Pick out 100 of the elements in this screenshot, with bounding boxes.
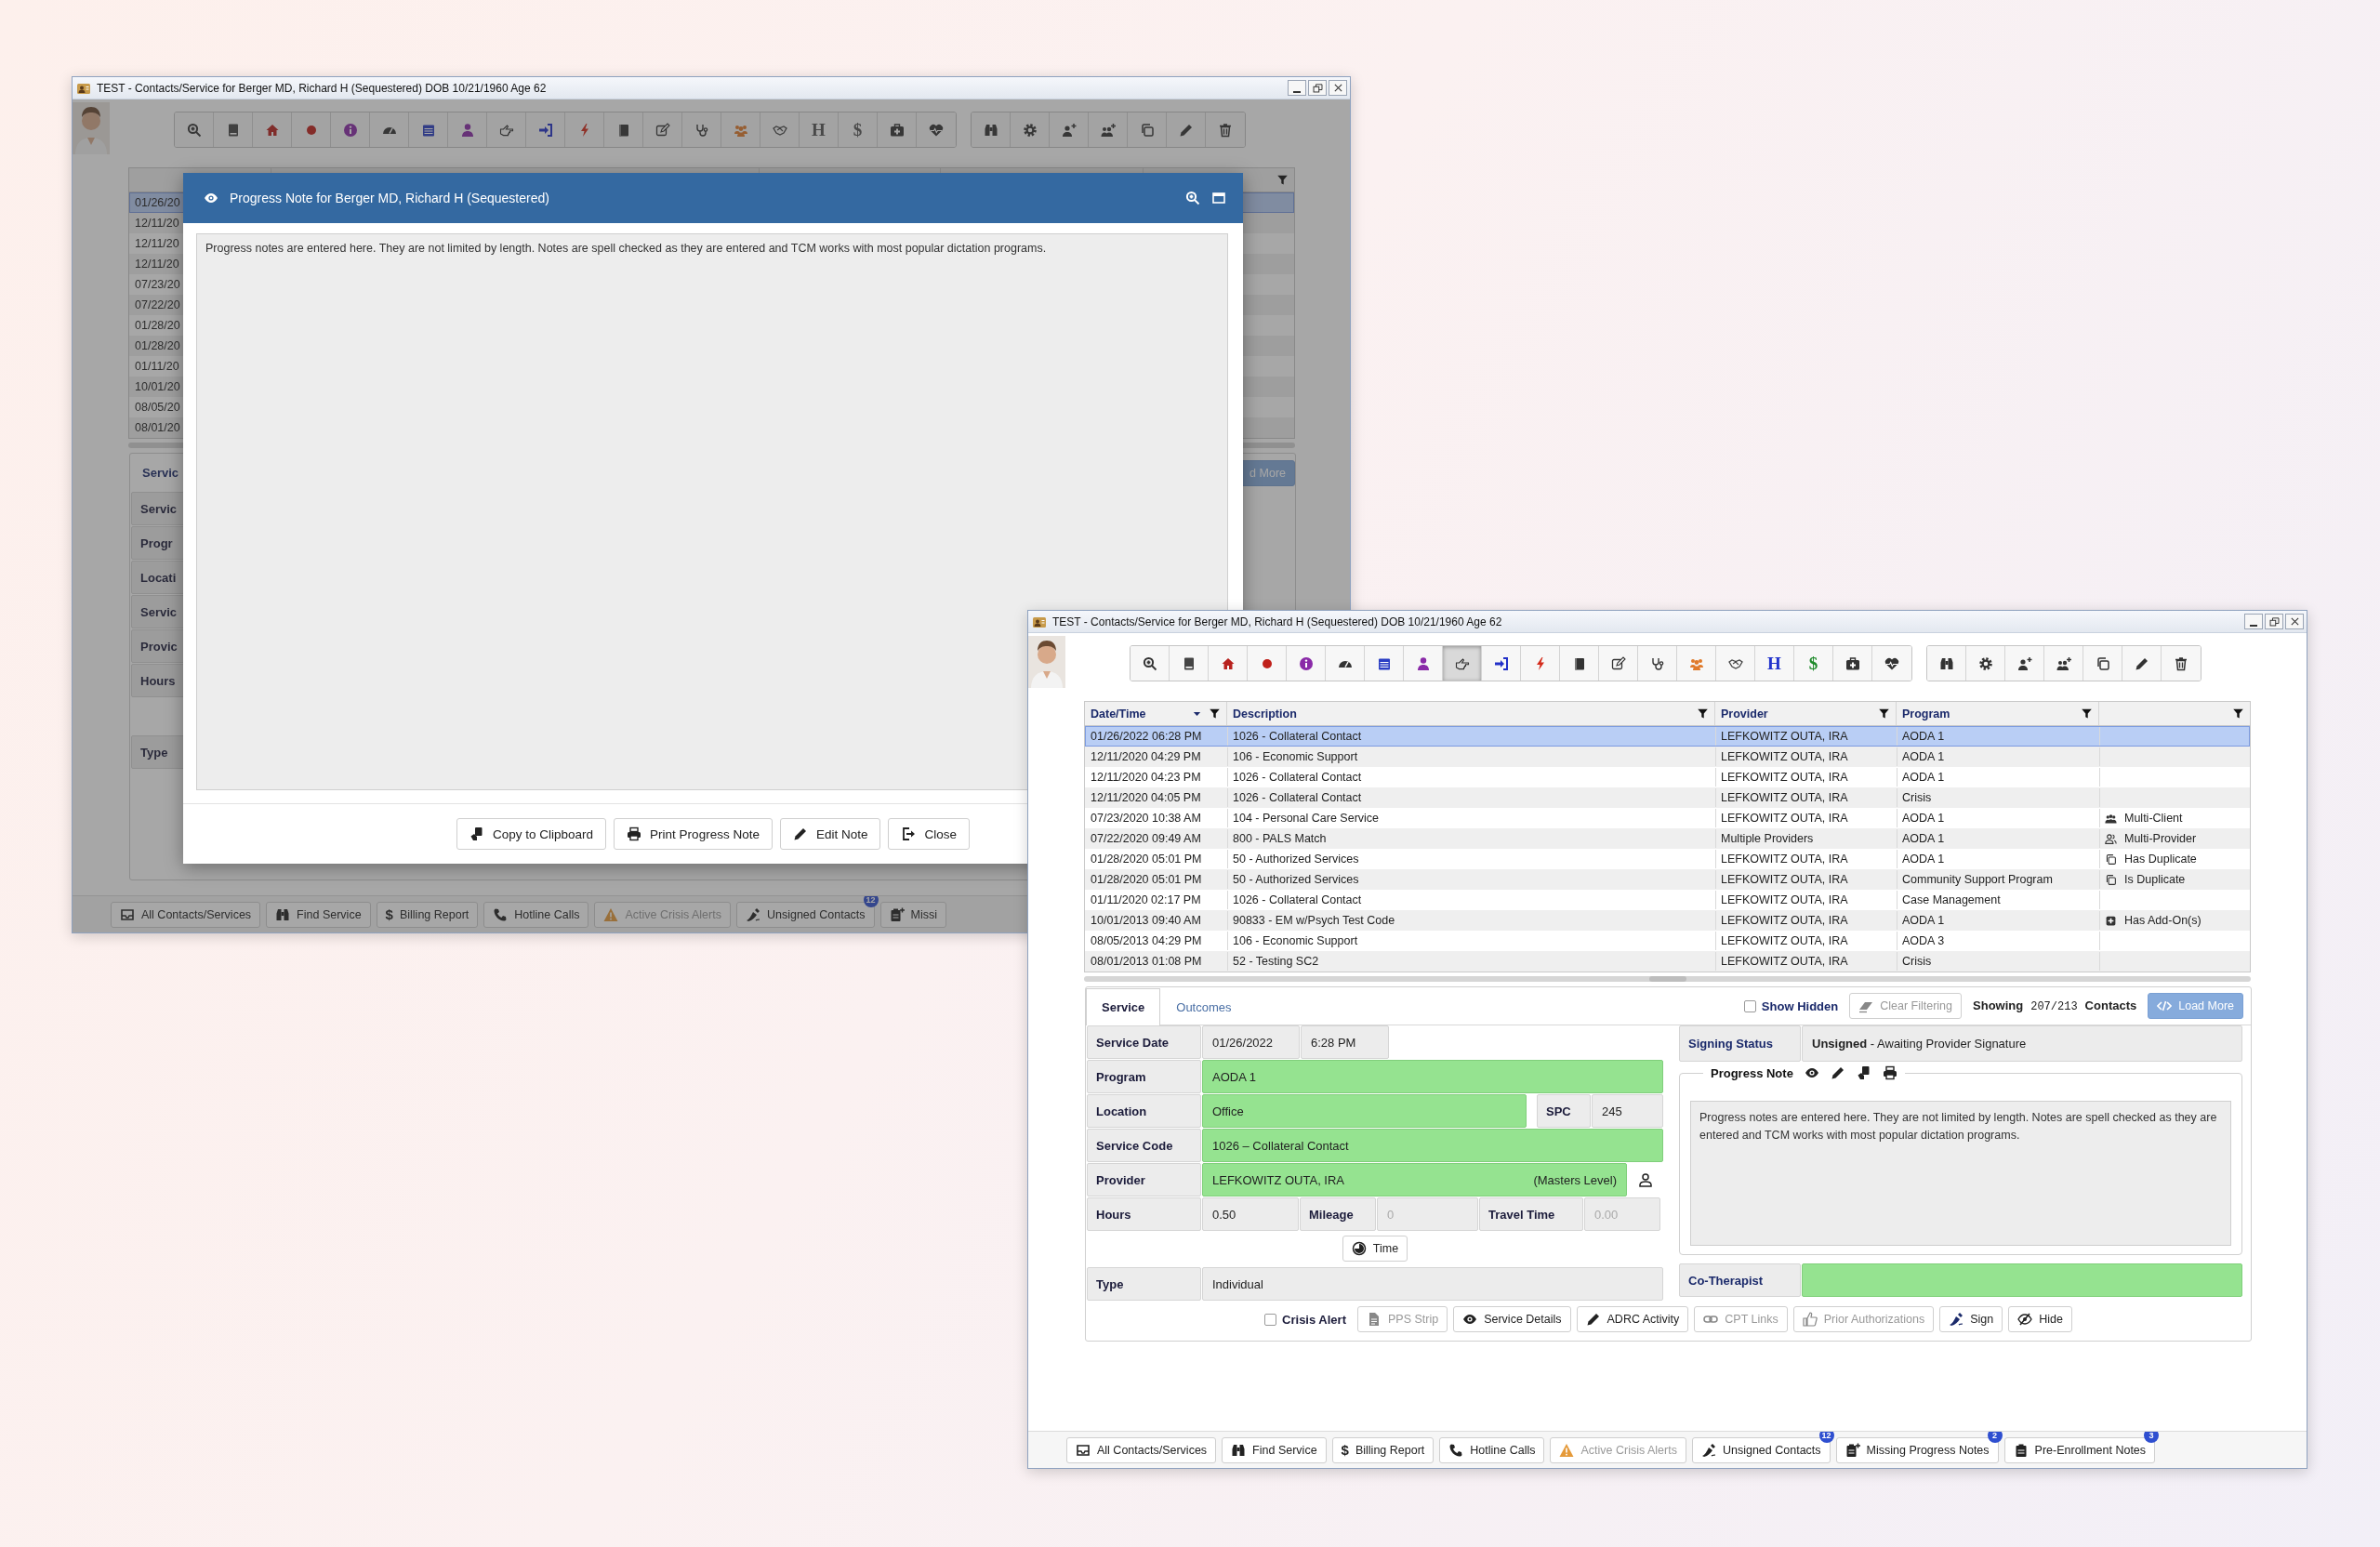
table-row[interactable]: 08/05/2013 04:29 PM 106 - Economic Support LEFKOWITZ OUTA, IRA AODA 3 xyxy=(1085,931,2250,951)
table-row[interactable]: 12/11/2020 04:29 PM 106 - Economic Support LEFKOWITZ OUTA, IRA AODA 1 xyxy=(1085,747,2250,767)
toolbar-button[interactable]: All Contacts/Services xyxy=(111,901,261,928)
toolbar-button[interactable]: Find Service xyxy=(266,901,371,928)
toolbar-button[interactable] xyxy=(1560,646,1599,681)
restore-button[interactable] xyxy=(1308,80,1327,96)
toolbar-button[interactable] xyxy=(1872,646,1911,681)
dialog-button[interactable]: Close xyxy=(888,818,970,850)
toolbar-button[interactable]: Hotline Calls xyxy=(1439,1436,1545,1463)
toolbar-button[interactable]: Missi xyxy=(879,901,947,928)
toolbar-button[interactable]: $ Billing Report xyxy=(376,901,479,928)
input-field[interactable]: Office xyxy=(1202,1094,1527,1128)
minimize-button[interactable] xyxy=(2244,614,2263,629)
toolbar-button[interactable] xyxy=(1089,112,1128,147)
dialog-button[interactable]: Edit Note xyxy=(779,818,881,850)
table-row[interactable]: 12/11/2020 04:05 PM 1026 - Collateral Contact LEFKOWITZ OUTA, IRA Crisis xyxy=(1085,787,2250,808)
toolbar-button[interactable] xyxy=(1966,646,2005,681)
column-header[interactable]: Description xyxy=(1233,707,1297,721)
column-header[interactable]: Date/Time xyxy=(1091,707,1146,721)
toolbar-button[interactable] xyxy=(1209,646,1248,681)
toolbar-button[interactable] xyxy=(175,112,214,147)
toolbar-button[interactable]: $ xyxy=(839,112,878,147)
toolbar-button[interactable] xyxy=(2005,646,2044,681)
provider-field[interactable]: LEFKOWITZ OUTA, IRA (Masters Level) xyxy=(1202,1163,1627,1197)
toolbar-button[interactable]: $ xyxy=(1794,646,1833,681)
table-row[interactable]: 01/26/2022 06:28 PM 1026 - Collateral Contact LEFKOWITZ OUTA, IRA AODA 1 xyxy=(1085,726,2250,747)
checkbox[interactable] xyxy=(1743,999,1756,1012)
toolbar-button[interactable] xyxy=(643,112,682,147)
toolbar-button[interactable] xyxy=(1248,646,1287,681)
maximize-button[interactable] xyxy=(1211,191,1226,205)
action-button[interactable]: Service Details xyxy=(1453,1306,1571,1332)
toolbar-button[interactable] xyxy=(972,112,1011,147)
table-row[interactable]: 01/28/2020 05:01 PM 50 - Authorized Services LEFKOWITZ OUTA, IRA AODA 1 Has Duplicate xyxy=(1085,849,2250,869)
time-button[interactable]: Time xyxy=(1342,1236,1408,1262)
restore-button[interactable] xyxy=(2265,614,2283,629)
close-button[interactable] xyxy=(2285,614,2304,629)
toolbar-button[interactable] xyxy=(1404,646,1443,681)
minimize-button[interactable] xyxy=(1288,80,1306,96)
toolbar-button[interactable] xyxy=(1599,646,1638,681)
input-field[interactable]: AODA 1 xyxy=(1202,1060,1663,1093)
toolbar-button[interactable] xyxy=(1365,646,1404,681)
toolbar-button[interactable]: $ Billing Report xyxy=(1331,1436,1435,1463)
toolbar-button[interactable] xyxy=(917,112,956,147)
action-button[interactable]: Hide xyxy=(2008,1306,2072,1332)
toolbar-button[interactable]: H xyxy=(1755,646,1794,681)
tab[interactable]: Outcomes xyxy=(1160,988,1248,1025)
toolbar-button[interactable] xyxy=(1482,646,1521,681)
scrollbar[interactable] xyxy=(1084,976,2251,982)
column-header[interactable]: Provider xyxy=(1721,707,1768,721)
toolbar-button[interactable] xyxy=(604,112,643,147)
toolbar-button[interactable] xyxy=(1011,112,1050,147)
view-button[interactable] xyxy=(1804,1065,1819,1080)
action-button[interactable]: ADRC Activity xyxy=(1576,1306,1689,1332)
table-row[interactable]: 01/28/2020 05:01 PM 50 - Authorized Services LEFKOWITZ OUTA, IRA Community Support Program Is Duplicate xyxy=(1085,869,2250,890)
toolbar-button[interactable] xyxy=(1287,646,1326,681)
input-field[interactable] xyxy=(1802,1263,2242,1297)
toolbar-button[interactable] xyxy=(1206,112,1245,147)
close-button[interactable] xyxy=(1329,80,1347,96)
toolbar-button[interactable] xyxy=(2122,646,2162,681)
toolbar-button[interactable] xyxy=(1326,646,1365,681)
toolbar-button[interactable] xyxy=(370,112,409,147)
table-row[interactable]: 10/01/2013 09:40 AM 90833 - EM w/Psych Test Code LEFKOWITZ OUTA, IRA AODA 1 Has Add-On(s) xyxy=(1085,910,2250,931)
copy-button[interactable] xyxy=(1856,1065,1871,1080)
table-row[interactable]: 08/01/2013 01:08 PM 52 - Testing SC2 LEFKOWITZ OUTA, IRA Crisis xyxy=(1085,951,2250,972)
toolbar-button[interactable]: Hotline Calls xyxy=(483,901,589,928)
tab[interactable]: Service xyxy=(1086,988,1161,1025)
toolbar-button[interactable] xyxy=(1130,646,1170,681)
toolbar-button[interactable] xyxy=(878,112,917,147)
toolbar-button[interactable]: H xyxy=(800,112,839,147)
dialog-button[interactable]: Copy to Clipboard xyxy=(456,818,607,850)
table-row[interactable]: 07/23/2020 10:38 AM 104 - Personal Care Service LEFKOWITZ OUTA, IRA AODA 1 Multi-Client xyxy=(1085,808,2250,828)
edit-button[interactable] xyxy=(1830,1065,1845,1080)
toolbar-button[interactable] xyxy=(1050,112,1089,147)
action-button[interactable]: Sign xyxy=(1939,1306,2003,1332)
column-header[interactable]: Program xyxy=(1902,707,1950,721)
zoom-button[interactable] xyxy=(1185,191,1200,205)
input-field[interactable]: 1026 – Collateral Contact xyxy=(1202,1129,1663,1162)
table-row[interactable]: 12/11/2020 04:23 PM 1026 - Collateral Contact LEFKOWITZ OUTA, IRA AODA 1 xyxy=(1085,767,2250,787)
toolbar-button[interactable] xyxy=(2044,646,2083,681)
time-field[interactable]: 6:28 PM xyxy=(1301,1025,1389,1059)
toolbar-button[interactable] xyxy=(1167,112,1206,147)
input-field[interactable]: 0.50 xyxy=(1202,1197,1299,1231)
toolbar-button[interactable] xyxy=(1927,646,1966,681)
progress-note-text[interactable]: Progress notes are entered here. They are not limited by length. Notes are spell checked as they are entered and TCM works with most popular dictation programs. xyxy=(1690,1101,2231,1246)
date-field[interactable]: 01/26/2022 xyxy=(1202,1025,1300,1059)
dialog-button[interactable]: Print Progress Note xyxy=(614,818,773,850)
input-field[interactable]: 245 xyxy=(1592,1094,1663,1128)
toolbar-button[interactable] xyxy=(1716,646,1755,681)
toolbar-button[interactable] xyxy=(2162,646,2201,681)
toolbar-button[interactable] xyxy=(2083,646,2122,681)
toolbar-button[interactable] xyxy=(1833,646,1872,681)
toolbar-button[interactable]: Find Service xyxy=(1222,1436,1327,1463)
progress-note-text[interactable]: Progress notes are entered here. They are not limited by length. Notes are spell checked as they are entered and TCM works with most popular dictation programs. xyxy=(205,242,1047,255)
checkbox[interactable] xyxy=(1264,1313,1277,1326)
print-button[interactable] xyxy=(1882,1065,1897,1080)
table-row[interactable]: 01/11/2020 02:17 PM 1026 - Collateral Contact LEFKOWITZ OUTA, IRA Case Management xyxy=(1085,890,2250,910)
table-row[interactable]: 07/22/2020 09:49 AM 800 - PALS Match Multiple Providers AODA 1 Multi-Provider xyxy=(1085,828,2250,849)
toolbar-button[interactable] xyxy=(1170,646,1209,681)
toolbar-button[interactable]: All Contacts/Services xyxy=(1066,1436,1217,1463)
input-field[interactable]: Individual xyxy=(1202,1267,1663,1301)
